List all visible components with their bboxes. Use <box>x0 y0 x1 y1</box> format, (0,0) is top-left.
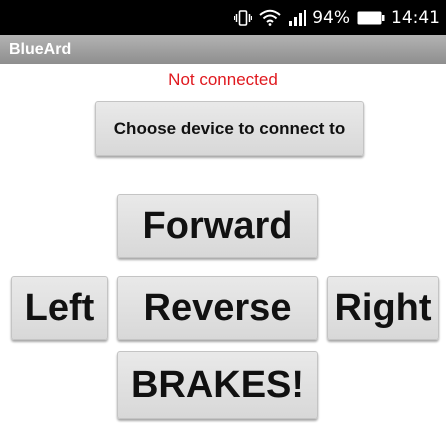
connection-status: Not connected <box>168 70 278 89</box>
vibrate-icon <box>234 9 253 26</box>
forward-button[interactable]: Forward <box>117 194 318 258</box>
battery-percent: 94% <box>312 7 350 28</box>
reverse-button[interactable]: Reverse <box>117 276 318 340</box>
status-time: 14:41 <box>391 7 440 28</box>
left-button[interactable]: Left <box>11 276 108 340</box>
app-title: BlueArd <box>9 41 72 58</box>
status-bar: 94% 14:41 <box>0 0 446 35</box>
app-title-bar: BlueArd <box>0 35 446 64</box>
signal-icon <box>288 9 307 26</box>
wifi-icon <box>259 9 281 26</box>
choose-device-button[interactable]: Choose device to connect to <box>95 101 364 156</box>
brakes-button[interactable]: BRAKES! <box>117 351 318 419</box>
battery-icon <box>357 11 385 25</box>
right-button[interactable]: Right <box>327 276 439 340</box>
app-screen: 94% 14:41 BlueArd Not connected Choose d… <box>0 0 446 423</box>
